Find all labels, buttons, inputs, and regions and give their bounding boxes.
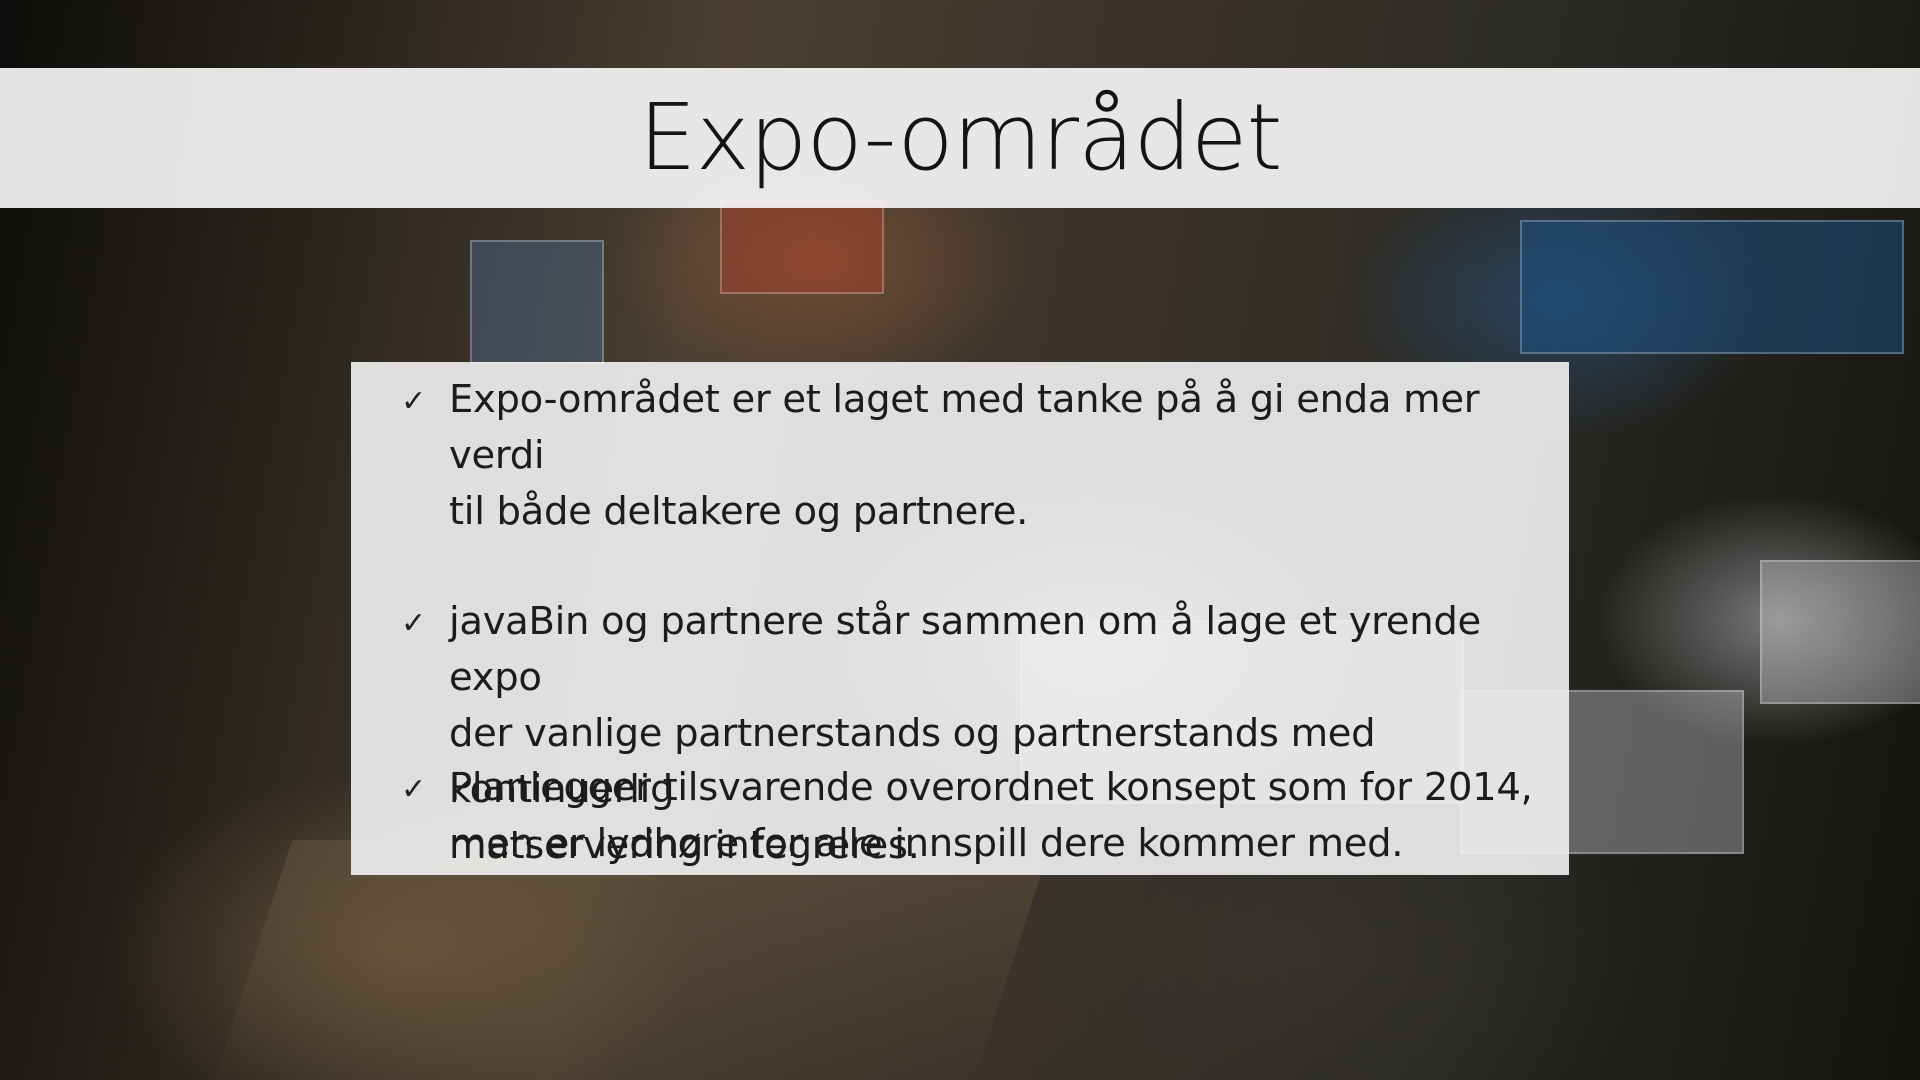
bullet-line: til både deltakere og partnere. <box>449 489 1029 534</box>
bullet-line: men er lydhøre for alle innspill dere ko… <box>449 821 1404 866</box>
slide-title: Expo-området <box>638 84 1282 191</box>
photo-floor-area <box>207 840 1053 1080</box>
photo-booth-left <box>470 240 604 364</box>
bullet-line: Planlegger tilsvarende overordnet konsep… <box>449 765 1533 810</box>
checkmark-icon: ✓ <box>401 606 427 641</box>
bullet-line: javaBin og partnere står sammen om å lag… <box>449 599 1481 700</box>
slide: Expo-området ✓ Expo-området er et laget … <box>0 0 1920 1080</box>
checkmark-icon: ✓ <box>401 772 427 807</box>
bullet-text: Planlegger tilsvarende overordnet konsep… <box>449 760 1569 872</box>
photo-booth-blue <box>1520 220 1904 354</box>
bullet-text: Expo-området er et laget med tanke på å … <box>449 372 1569 540</box>
checkmark-icon: ✓ <box>401 384 427 419</box>
photo-booth-westerdals <box>1760 560 1920 704</box>
bullet-line: Expo-området er et laget med tanke på å … <box>449 377 1480 478</box>
photo-booth-red <box>720 200 884 294</box>
